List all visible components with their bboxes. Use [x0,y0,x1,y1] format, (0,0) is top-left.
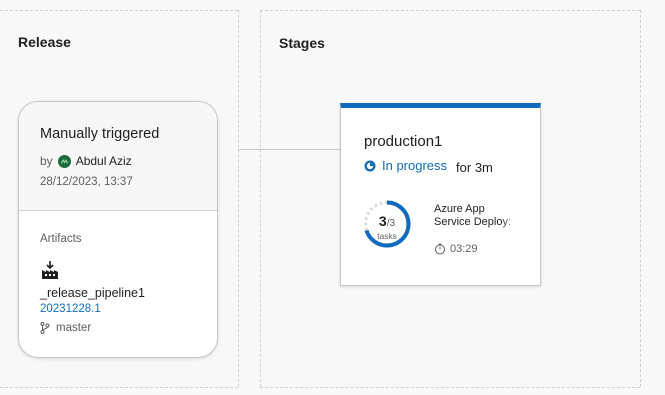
artifact-build-icon [42,261,58,279]
stage-name[interactable]: production1 [364,133,442,150]
row-divider-bottom-left [0,387,238,388]
row-divider-left [0,10,238,11]
column-divider-right [640,10,641,387]
release-section-title: Release [18,34,71,50]
avatar-icon [57,154,71,168]
timer-icon [435,243,445,255]
column-divider-middle [260,10,261,387]
release-date: 28/12/2023, 13:37 [40,176,133,188]
tasks-completed: 3 [378,213,387,229]
artifact-branch: master [40,322,91,334]
current-task-name: Azure App Service Deploy: [434,203,512,228]
status-text: In progress [382,158,448,173]
task-count: 3/3 [362,213,412,231]
row-divider-right [260,10,640,11]
release-created-by: by Abdul Aziz [40,154,132,168]
tasks-label: tasks [377,231,397,241]
by-label: by [40,154,53,168]
release-card-header[interactable]: Manually triggered by Abdul Aziz 28/12/2… [19,102,217,211]
artifact-name: _release_pipeline1 [40,286,145,300]
tasks-total: /3 [386,218,396,229]
in-progress-icon [364,160,376,171]
user-name: Abdul Aziz [75,154,132,168]
stage-status: In progress for 3m [364,156,493,175]
release-card[interactable]: Manually triggered by Abdul Aziz 28/12/2… [18,101,218,358]
stage-duration: for 3m [456,160,493,175]
artifacts-label: Artifacts [40,233,82,245]
stages-section-title: Stages [279,35,325,51]
task-time: 03:29 [450,243,478,255]
release-trigger: Manually triggered [40,126,160,142]
branch-icon [40,322,50,334]
column-divider-left [238,10,239,387]
stage-card-production1[interactable]: production1 In progress for 3m 3/3 tasks… [340,103,541,286]
task-elapsed: 03:29 [434,243,478,255]
branch-name: master [56,322,92,334]
row-divider-bottom-right [260,387,640,388]
artifact-version-link[interactable]: 20231228.1 [40,303,101,315]
pipeline-connector [239,149,341,150]
